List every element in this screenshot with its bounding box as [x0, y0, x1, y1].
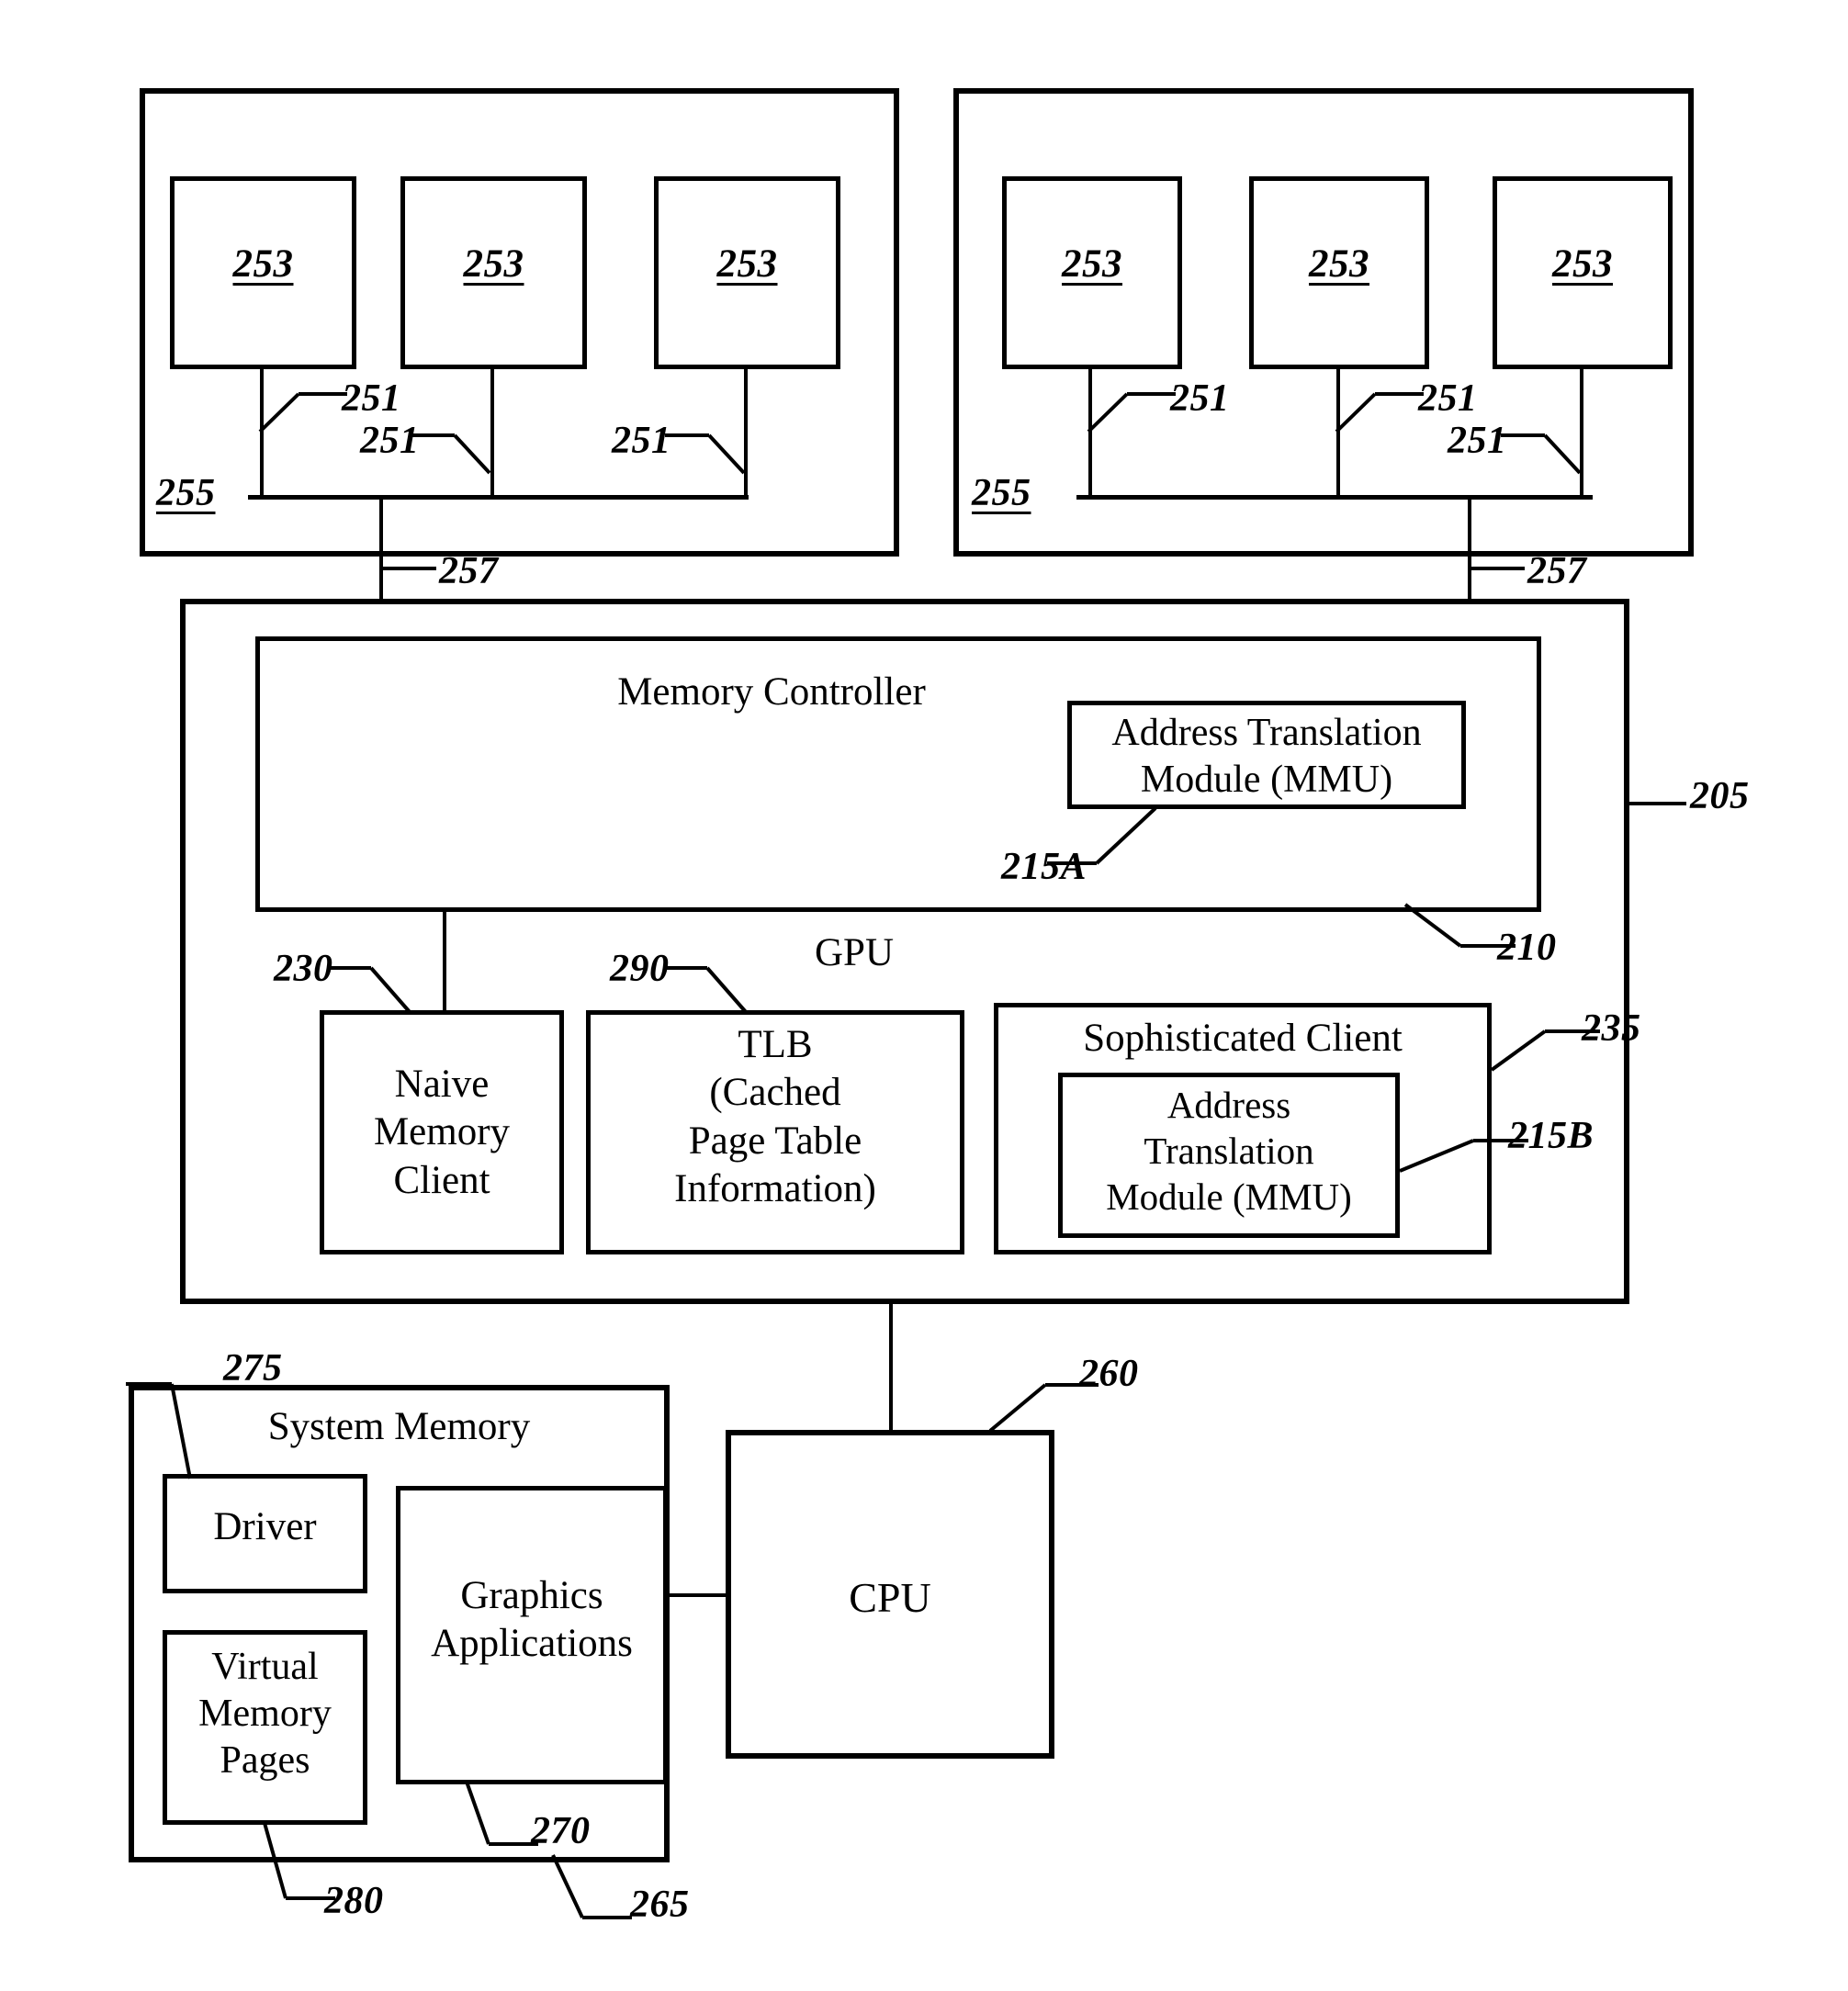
- ref-label-260: 260: [1079, 1353, 1139, 1395]
- sophisticated-client-label: Sophisticated Client: [1083, 1017, 1403, 1060]
- leader-251-l2: [411, 433, 491, 475]
- leader-215a: [1047, 806, 1157, 865]
- leader-230: [327, 966, 411, 1014]
- ref-label-255-right: 255: [972, 472, 1031, 514]
- leader-251-l3: [665, 433, 746, 475]
- memory-cpu-connector: [668, 1593, 727, 1597]
- ref-label-215a: 215A: [1001, 846, 1087, 888]
- leader-251-r3: [1501, 433, 1582, 475]
- mmu-215a-label: Address Translation Module (MMU): [1111, 712, 1422, 802]
- client-bus-left: [248, 495, 749, 500]
- ref-label-251-r3: 251: [1448, 420, 1507, 462]
- ref-label-205: 205: [1690, 775, 1750, 817]
- driver-label: Driver: [213, 1505, 317, 1548]
- naive-memory-client-label: Naive Memory Client: [373, 1063, 511, 1202]
- ref-label-255-left: 255: [156, 472, 216, 514]
- virtual-memory-pages-label: Virtual Memory Pages: [198, 1646, 332, 1783]
- ref-label-257-right: 257: [1527, 550, 1587, 592]
- ref-label-251-l1: 251: [342, 377, 401, 420]
- ref-label-251-l2: 251: [360, 420, 420, 462]
- client-unit-label-r2: 253: [1309, 242, 1369, 286]
- gpu-to-cpu-connector: [889, 1304, 893, 1431]
- ref-label-251-r1: 251: [1170, 377, 1230, 420]
- patent-figure-canvas: 253 253 253 251 251 251 255 257 253 253 …: [0, 0, 1848, 1991]
- ref-label-290: 290: [610, 948, 670, 990]
- leader-290: [663, 966, 748, 1014]
- memory-controller-label: Memory Controller: [617, 670, 926, 714]
- ref-label-270: 270: [531, 1810, 591, 1852]
- ref-label-265: 265: [630, 1884, 690, 1926]
- ref-label-275: 275: [223, 1347, 283, 1389]
- mmu-215b-label: Address Translation Module (MMU): [1106, 1084, 1352, 1219]
- bus-257-right: [1468, 495, 1471, 603]
- client-unit-label-r3: 253: [1552, 242, 1613, 286]
- bus-257-left: [379, 495, 383, 603]
- ref-label-230: 230: [274, 948, 333, 990]
- client-unit-label-r1: 253: [1062, 242, 1122, 286]
- tlb-label: TLB (Cached Page Table Information): [674, 1023, 876, 1211]
- ref-label-280: 280: [324, 1880, 384, 1922]
- client-unit-label-l3: 253: [716, 242, 778, 286]
- ref-label-235: 235: [1582, 1007, 1641, 1050]
- client-unit-label-l1: 253: [232, 242, 294, 286]
- ref-label-251-r2: 251: [1418, 377, 1478, 420]
- ref-label-251-l3: 251: [612, 420, 671, 462]
- ref-label-210: 210: [1497, 927, 1557, 969]
- cpu-label: CPU: [849, 1574, 931, 1621]
- ref-label-215b: 215B: [1508, 1115, 1594, 1157]
- client-bus-right: [1076, 495, 1593, 500]
- graphics-applications-label: Graphics Applications: [431, 1574, 633, 1666]
- client-unit-label-l2: 253: [463, 242, 524, 286]
- ref-label-257-left: 257: [439, 550, 499, 592]
